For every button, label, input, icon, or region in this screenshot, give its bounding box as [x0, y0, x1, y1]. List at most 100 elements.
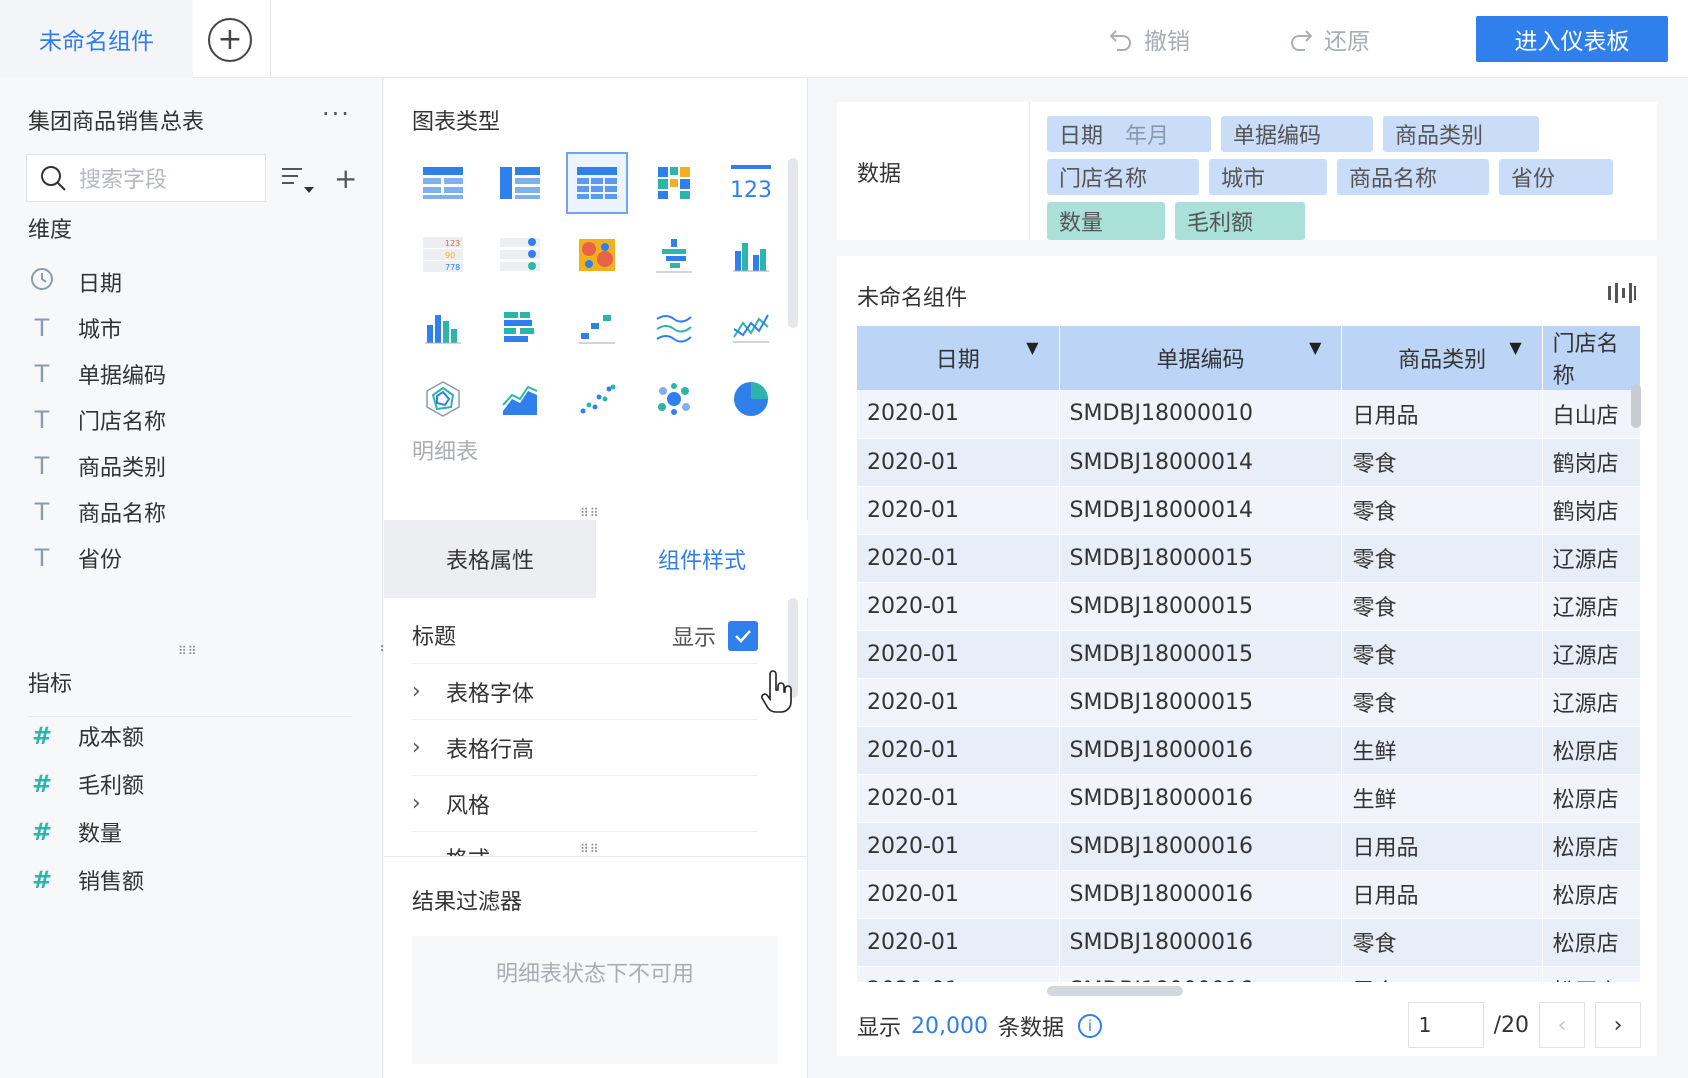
table-cell: 2020-01 [857, 678, 1060, 727]
table-row[interactable]: 2020-01 SMDBJ18000015 零食 辽源店 [857, 534, 1641, 583]
chart-type-scrollbar[interactable] [788, 158, 798, 328]
sort-down-icon[interactable]: ▼ [1026, 338, 1038, 357]
redo-button[interactable]: 还原 [1288, 22, 1370, 56]
style-row[interactable]: › 风格 [412, 776, 758, 832]
more-icon[interactable]: ··· [322, 100, 351, 128]
scatter-chart-icon[interactable] [566, 368, 628, 430]
field-pill-province[interactable]: 省份 [1499, 159, 1613, 195]
table-horizontal-scrollbar[interactable] [1047, 986, 1183, 996]
undo-button[interactable]: 撤销 [1108, 22, 1190, 56]
column-header-doc-code[interactable]: 单据编码 ▼ [1059, 326, 1343, 390]
component-preview: 未命名组件 日期 ▼ 单据编码 ▼ 商品类别 ▼ 门店名称 2020-01 SMDBJ1… [837, 256, 1657, 1056]
table-row[interactable]: 2020-01 SMDBJ18000014 零食 鹤岗店 [857, 438, 1641, 487]
tab-component-style[interactable]: 组件样式 [596, 520, 808, 598]
bubble-chart-icon[interactable] [643, 368, 705, 430]
checkbox-checked-icon[interactable] [728, 621, 758, 651]
tab-unnamed-component[interactable]: 未命名组件 [0, 0, 193, 78]
field-pill-store-name[interactable]: 门店名称 [1047, 159, 1199, 195]
field-pill-date[interactable]: 日期 年月 [1047, 116, 1211, 152]
pagination: 1 /20 ‹ › [1407, 1002, 1641, 1048]
area-chart-icon[interactable] [489, 368, 551, 430]
bar-chart-icon[interactable] [489, 296, 551, 358]
show-title-toggle[interactable]: 显示 [672, 620, 758, 652]
diverging-bar-chart-icon[interactable] [643, 224, 705, 286]
table-row[interactable]: 2020-01 SMDBJ18000015 零食 辽源店 [857, 582, 1641, 631]
table-cell: 2020-01 [857, 630, 1060, 679]
column-header-store-name[interactable]: 门店名称 [1542, 326, 1641, 390]
field-pill-gross-profit[interactable]: 毛利额 [1175, 202, 1305, 240]
field-pill-product-name[interactable]: 商品名称 [1337, 159, 1489, 195]
section-resize-handle[interactable]: ⠿⠿ [580, 506, 600, 520]
table-row[interactable]: 2020-01SMDBJ18000016零食松原店 [857, 966, 1641, 982]
detail-table-chart-icon[interactable] [566, 152, 628, 214]
sort-down-icon[interactable]: ▼ [1509, 338, 1521, 357]
kpi-card-chart-icon[interactable]: 123 90 778 [412, 224, 474, 286]
info-icon[interactable]: i [1078, 1014, 1103, 1038]
column-chart-icon[interactable] [412, 296, 474, 358]
table-cell: 日用品 [1341, 390, 1543, 439]
divider [270, 0, 271, 78]
dimension-item-product-category[interactable]: T 商品类别 [28, 450, 166, 482]
dimension-item-city[interactable]: T 城市 [28, 312, 122, 344]
metric-item-cost[interactable]: # 成本额 [28, 720, 144, 752]
table-vertical-scrollbar[interactable] [1631, 384, 1641, 428]
table-row-height-row[interactable]: › 表格行高 [412, 720, 758, 776]
table-row[interactable]: 2020-01 SMDBJ18000015 零食 辽源店 [857, 630, 1641, 679]
cross-table-chart-icon[interactable] [489, 152, 551, 214]
dimension-item-province[interactable]: T 省份 [28, 542, 122, 574]
field-pill-quantity[interactable]: 数量 [1047, 202, 1165, 240]
table-row[interactable]: 2020-01SMDBJ18000016零食松原店 [857, 918, 1641, 967]
search-placeholder: 搜索字段 [79, 168, 168, 193]
polyline-chart-icon[interactable] [720, 296, 782, 358]
column-settings-icon[interactable] [1607, 282, 1637, 304]
next-page-button[interactable]: › [1595, 1002, 1641, 1048]
metric-item-quantity[interactable]: # 数量 [28, 816, 122, 848]
table-cell: SMDBJ18000016 [1059, 822, 1343, 871]
table-row[interactable]: 2020-01 SMDBJ18000014 零食 鹤岗店 [857, 486, 1641, 535]
table-cell: 辽源店 [1542, 582, 1641, 631]
sort-filter-icon[interactable] [280, 163, 316, 195]
add-tab-button[interactable]: + [208, 18, 252, 62]
dimension-item-date[interactable]: 日期 [28, 266, 122, 298]
dimension-item-product-name[interactable]: T 商品名称 [28, 496, 166, 528]
range-chart-icon[interactable] [566, 296, 628, 358]
prev-page-button[interactable]: ‹ [1539, 1002, 1585, 1048]
field-pill-city[interactable]: 城市 [1209, 159, 1327, 195]
field-pill-doc-code[interactable]: 单据编码 [1221, 116, 1373, 152]
progress-card-chart-icon[interactable] [489, 224, 551, 286]
field-pill-product-category[interactable]: 商品类别 [1383, 116, 1539, 152]
column-header-product-category[interactable]: 商品类别 ▼ [1341, 326, 1543, 390]
color-table-chart-icon[interactable] [643, 152, 705, 214]
dimension-item-doc-code[interactable]: T 单据编码 [28, 358, 166, 390]
tab-table-properties[interactable]: 表格属性 [384, 520, 596, 598]
section-resize-handle[interactable]: ⠿⠿ [178, 644, 198, 658]
title-row: 标题 显示 [412, 606, 758, 664]
table-row[interactable]: 2020-01 SMDBJ18000016 日用品 松原店 [857, 822, 1641, 871]
enter-dashboard-button[interactable]: 进入仪表板 [1476, 16, 1668, 62]
sort-down-icon[interactable]: ▼ [1309, 338, 1321, 357]
add-field-icon[interactable]: + [334, 162, 357, 195]
column-header-date[interactable]: 日期 ▼ [857, 326, 1060, 390]
table-row[interactable]: 2020-01 SMDBJ18000015 零食 辽源店 [857, 678, 1641, 727]
radar-chart-icon[interactable] [412, 368, 474, 430]
table-row[interactable]: 2020-01 SMDBJ18000016 生鲜 松原店 [857, 774, 1641, 823]
grouped-table-chart-icon[interactable] [412, 152, 474, 214]
search-input[interactable]: 搜索字段 [26, 154, 266, 202]
table-row[interactable]: 2020-01 SMDBJ18000016 生鲜 松原店 [857, 726, 1641, 775]
section-resize-handle[interactable]: ⠿⠿ [580, 842, 600, 856]
heatmap-chart-icon[interactable] [566, 224, 628, 286]
page-number-input[interactable]: 1 [1407, 1002, 1484, 1048]
chevron-right-icon: › [412, 679, 421, 704]
metric-item-gross-profit[interactable]: # 毛利额 [28, 768, 144, 800]
dimension-item-store-name[interactable]: T 门店名称 [28, 404, 166, 436]
table-row[interactable]: 2020-01 SMDBJ18000016 日用品 松原店 [857, 870, 1641, 919]
table-cell: 生鲜 [1341, 726, 1543, 775]
metric-item-sales[interactable]: # 销售额 [28, 864, 144, 896]
table-row[interactable]: 2020-01 SMDBJ18000010 日用品 白山店 [857, 390, 1641, 439]
pie-chart-icon[interactable] [720, 368, 782, 430]
grouped-column-chart-icon[interactable] [720, 224, 782, 286]
table-font-row[interactable]: › 表格字体 [412, 664, 758, 720]
line-chart-icon[interactable] [643, 296, 705, 358]
kpi-number-chart-icon[interactable]: 123 [720, 152, 782, 214]
table-cell: 日用品 [1341, 822, 1543, 871]
